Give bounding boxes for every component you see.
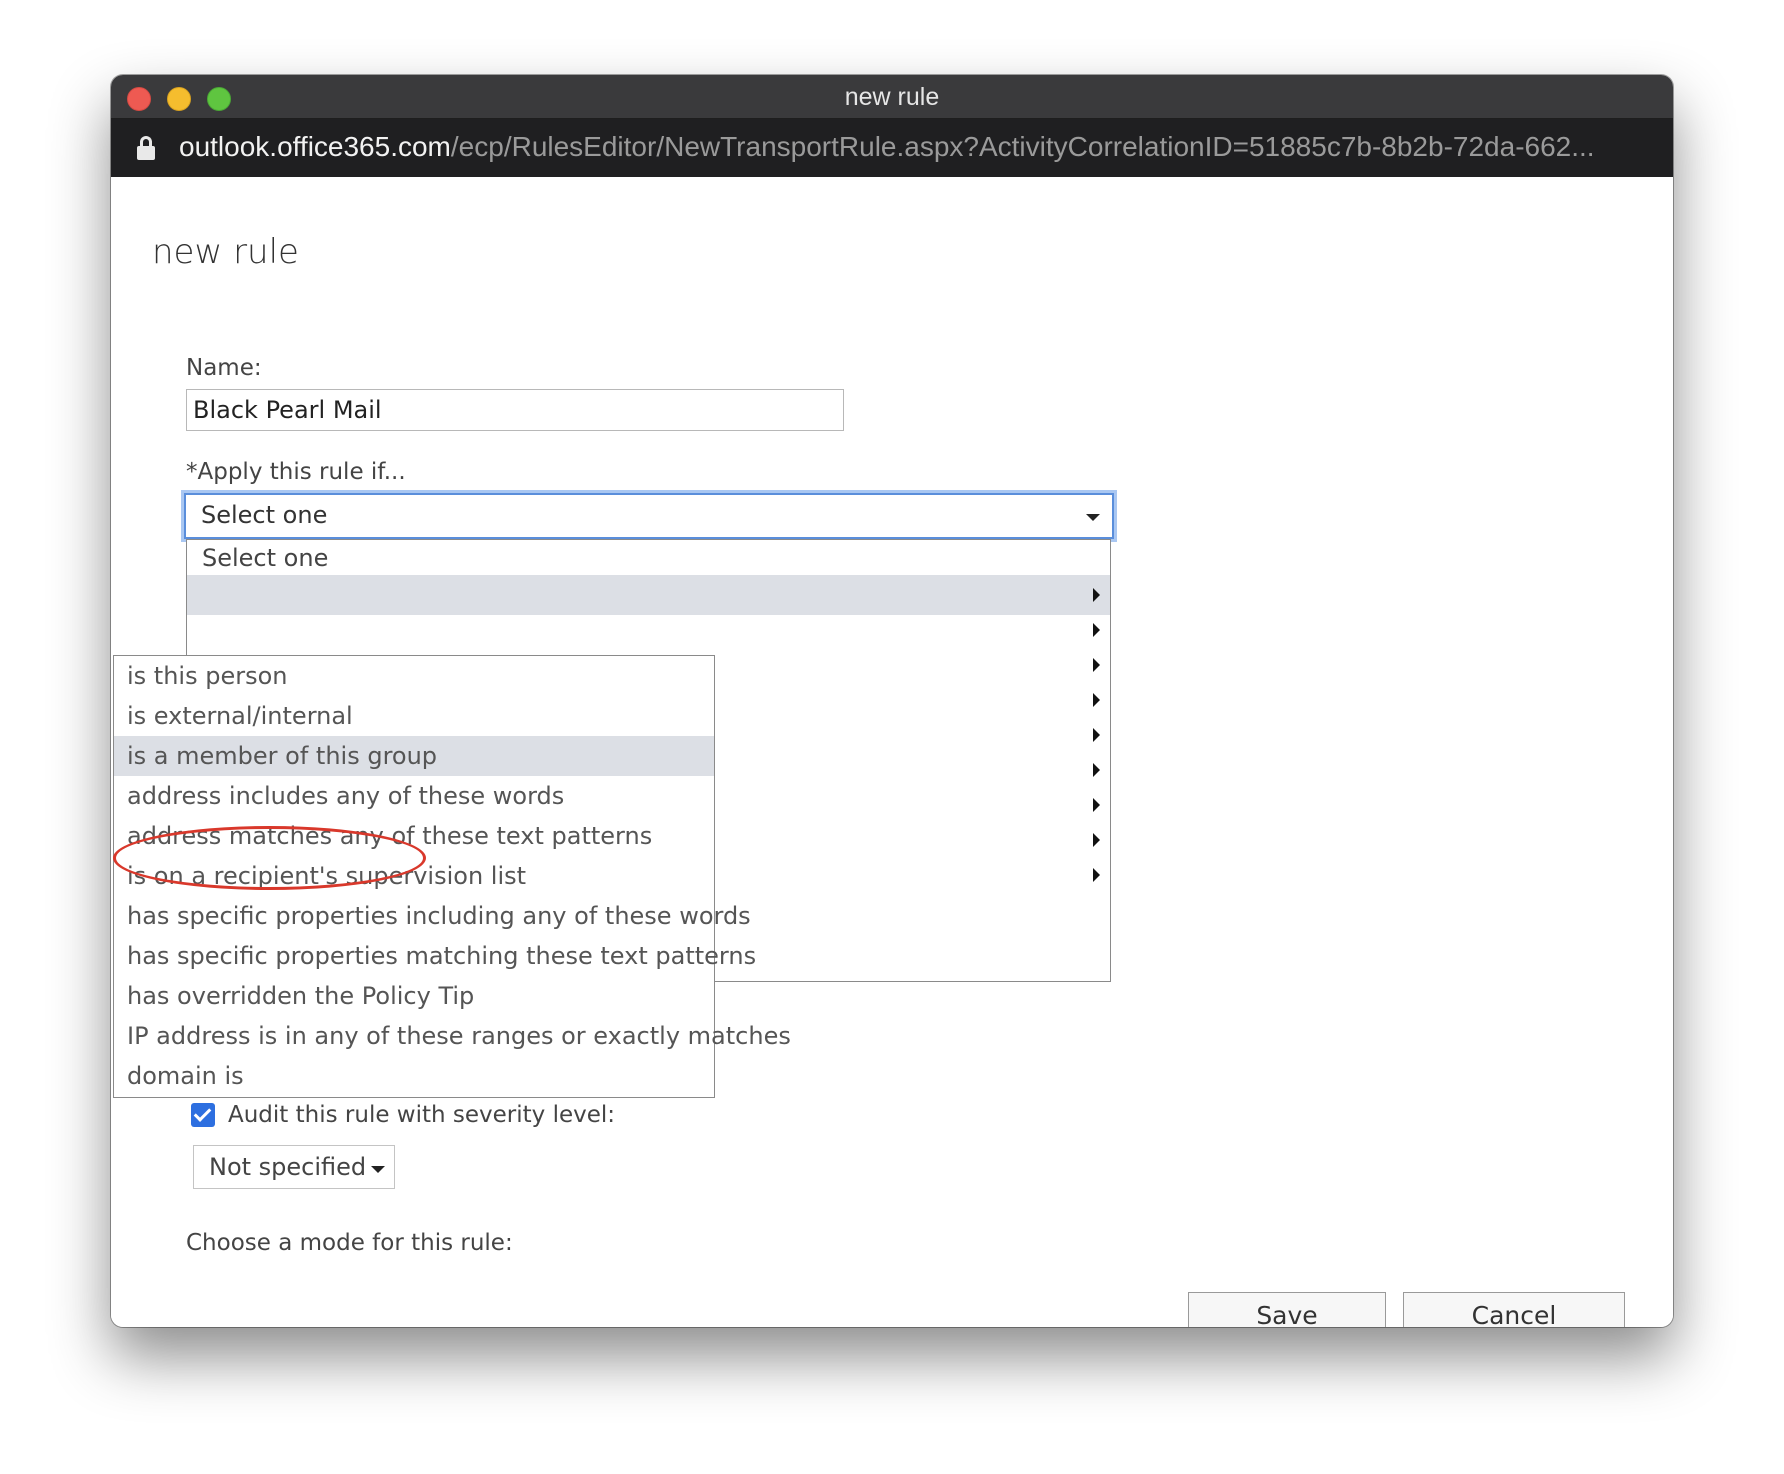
dropdown-option-row[interactable] — [187, 610, 1110, 650]
page-title: new rule — [152, 232, 299, 272]
severity-selected-value: Not specified — [209, 1153, 367, 1181]
chevron-down-icon — [371, 1166, 385, 1173]
severity-select[interactable]: Not specified — [193, 1145, 395, 1189]
submenu-item-member-of-group[interactable]: is a member of this group — [114, 736, 714, 776]
chevron-right-icon — [1093, 658, 1100, 672]
rule-editor-content: new rule Name: *Apply this rule if... Se… — [111, 177, 1673, 1327]
lock-icon — [137, 136, 155, 160]
save-button[interactable]: Save — [1188, 1292, 1386, 1327]
submenu-item[interactable]: is this person — [114, 656, 714, 696]
name-label: Name: — [186, 355, 262, 381]
submenu-item[interactable]: has overridden the Policy Tip — [114, 976, 714, 1016]
browser-window: new rule outlook.office365.com/ecp/Rules… — [111, 75, 1673, 1327]
chevron-right-icon — [1093, 623, 1100, 637]
chevron-right-icon — [1093, 798, 1100, 812]
name-input[interactable] — [186, 389, 844, 431]
dropdown-option-select-one[interactable]: Select one — [202, 544, 328, 572]
apply-rule-label: *Apply this rule if... — [186, 459, 406, 485]
window-title: new rule — [844, 83, 940, 111]
url-host: outlook.office365.com — [179, 131, 451, 162]
apply-rule-selected-value: Select one — [201, 501, 328, 529]
chevron-right-icon — [1093, 868, 1100, 882]
url-text[interactable]: outlook.office365.com/ecp/RulesEditor/Ne… — [179, 131, 1595, 163]
cancel-button[interactable]: Cancel — [1403, 1292, 1625, 1327]
audit-checkbox[interactable] — [191, 1103, 215, 1127]
title-bar: new rule — [111, 75, 1673, 119]
submenu-item[interactable]: address includes any of these words — [114, 776, 714, 816]
address-bar[interactable]: outlook.office365.com/ecp/RulesEditor/Ne… — [111, 119, 1673, 177]
mode-label: Choose a mode for this rule: — [186, 1230, 513, 1256]
annotation-ellipse — [113, 826, 426, 890]
chevron-right-icon — [1093, 728, 1100, 742]
submenu-item[interactable]: has specific properties including any of… — [114, 896, 751, 936]
submenu-item[interactable]: IP address is in any of these ranges or … — [114, 1016, 791, 1056]
apply-rule-select[interactable]: Select one — [184, 493, 1114, 539]
url-path: /ecp/RulesEditor/NewTransportRule.aspx?A… — [450, 131, 1595, 162]
chevron-right-icon — [1093, 693, 1100, 707]
submenu-item[interactable]: domain is — [114, 1056, 714, 1096]
audit-label: Audit this rule with severity level: — [228, 1102, 616, 1128]
chevron-right-icon — [1093, 588, 1100, 602]
submenu-item[interactable]: is external/internal — [114, 696, 714, 736]
chevron-right-icon — [1093, 763, 1100, 777]
dropdown-option-row[interactable] — [187, 575, 1110, 615]
chevron-right-icon — [1093, 833, 1100, 847]
submenu-item[interactable]: has specific properties matching these t… — [114, 936, 756, 976]
chevron-down-icon — [1086, 514, 1100, 521]
